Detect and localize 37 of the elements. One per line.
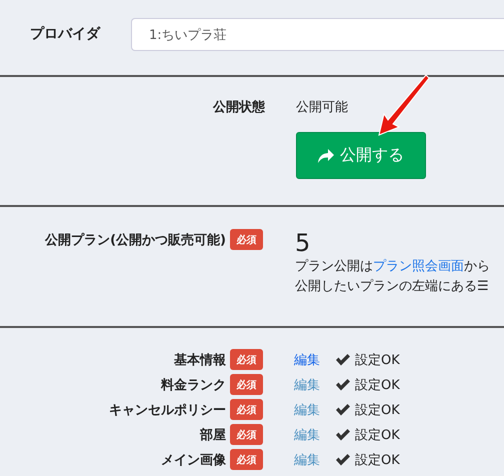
status-value: 公開可能 bbox=[296, 99, 348, 116]
setting-label: 基本情報 bbox=[174, 352, 226, 368]
status-text: 設定OK bbox=[355, 376, 400, 394]
status-text: 設定OK bbox=[355, 352, 400, 368]
plan-note: 公開したいプランの左端にある☰ bbox=[295, 278, 490, 296]
share-arrow-icon bbox=[318, 148, 334, 162]
plan-note: プラン公開はプラン照会画面から bbox=[295, 258, 490, 276]
plan-count: 5 bbox=[295, 229, 312, 257]
required-badge: 必須 bbox=[230, 349, 263, 370]
check-icon bbox=[336, 454, 350, 466]
check-icon bbox=[336, 354, 350, 366]
edit-link[interactable]: 編集 bbox=[294, 350, 336, 368]
publish-button[interactable]: 公開する bbox=[296, 132, 426, 179]
required-badge: 必須 bbox=[230, 374, 263, 395]
provider-label: プロバイダ bbox=[30, 25, 100, 43]
status-text: 設定OK bbox=[355, 402, 400, 418]
setting-label: 料金ランク bbox=[161, 376, 226, 394]
required-badge: 必須 bbox=[230, 449, 263, 470]
setting-label: メイン画像 bbox=[161, 452, 226, 468]
status-text: 設定OK bbox=[355, 452, 400, 468]
required-badge: 必須 bbox=[230, 424, 263, 445]
edit-link[interactable]: 編集 bbox=[294, 426, 336, 444]
edit-link[interactable]: 編集 bbox=[294, 400, 336, 418]
edit-link[interactable]: 編集 bbox=[294, 450, 336, 468]
plans-label: 公開プラン(公開かつ販売可能) bbox=[45, 232, 226, 248]
setting-label: 部屋 bbox=[200, 426, 226, 444]
plan-inquiry-link[interactable]: プラン照会画面 bbox=[373, 259, 464, 274]
required-badge: 必須 bbox=[230, 399, 263, 420]
status-label: 公開状態 bbox=[213, 98, 265, 116]
check-icon bbox=[336, 404, 350, 416]
status-text: 設定OK bbox=[355, 426, 400, 444]
required-badge: 必須 bbox=[230, 229, 263, 250]
setting-label: キャンセルポリシー bbox=[109, 402, 226, 418]
check-icon bbox=[336, 428, 350, 440]
provider-field[interactable]: 1:ちいプラ荘 bbox=[131, 18, 504, 51]
check-icon bbox=[336, 378, 350, 390]
edit-link[interactable]: 編集 bbox=[294, 376, 336, 394]
